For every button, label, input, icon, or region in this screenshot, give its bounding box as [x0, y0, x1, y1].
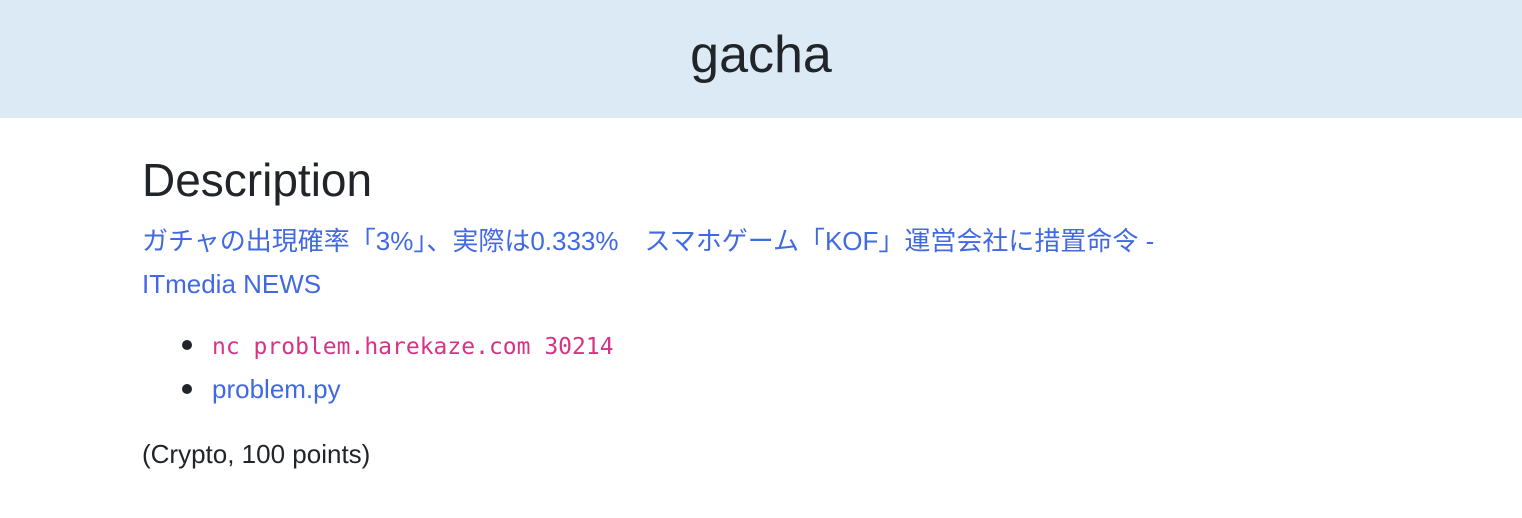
page-header: gacha — [0, 0, 1522, 118]
page-title: gacha — [690, 26, 832, 84]
section-heading: Description — [142, 154, 373, 206]
list-item: nc problem.harekaze.com 30214 — [182, 324, 1380, 368]
article-link[interactable]: ガチャの出現確率「3%」、実際は0.333% スマホゲーム「KOF」運営会社に措… — [142, 220, 1312, 306]
bullet-icon — [182, 340, 192, 350]
main-content: Description ガチャの出現確率「3%」、実際は0.333% スマホゲー… — [0, 118, 1522, 472]
list-item: problem.py — [182, 368, 1380, 410]
category-points: (Crypto, 100 points) — [142, 439, 371, 469]
problem-file-link[interactable]: problem.py — [212, 374, 341, 404]
article-link-line1: ガチャの出現確率「3%」、実際は0.333% スマホゲーム「KOF」運営会社に措… — [142, 226, 1155, 256]
netcat-command: nc problem.harekaze.com 30214 — [212, 334, 614, 360]
resource-list: nc problem.harekaze.com 30214 problem.py — [142, 324, 1380, 410]
bullet-icon — [182, 384, 192, 394]
article-link-line2: ITmedia NEWS — [142, 269, 322, 299]
